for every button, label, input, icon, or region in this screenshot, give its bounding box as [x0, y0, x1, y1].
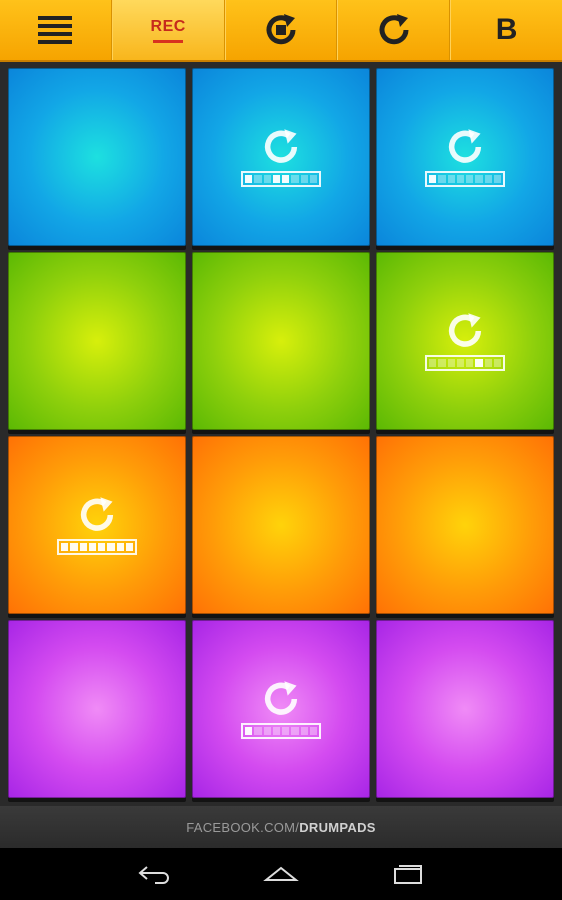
record-button[interactable]: REC — [111, 0, 225, 60]
pad-2[interactable] — [192, 68, 370, 246]
recents-button[interactable] — [378, 854, 438, 894]
drum-pads-app: REC B FACEBOOK.COM/DRUMPADS — [0, 0, 562, 900]
pad-grid — [0, 62, 562, 806]
menu-icon — [38, 16, 73, 44]
footer-prefix: FACEBOOK.COM/ — [186, 819, 300, 835]
loop-progress-segment — [245, 727, 253, 735]
pad-9[interactable] — [376, 436, 554, 614]
loop-progress-segment — [125, 543, 133, 551]
loop-progress-segment — [254, 175, 262, 183]
loop-progress-segment — [493, 175, 501, 183]
pad-8[interactable] — [192, 436, 370, 614]
loop-progress-segment — [447, 175, 455, 183]
loop-indicator — [241, 127, 321, 187]
loop-progress-segment — [98, 543, 106, 551]
loop-icon — [80, 497, 114, 531]
loop-icon — [448, 313, 482, 347]
loop-progress-segment — [61, 543, 69, 551]
bank-label: B — [495, 13, 518, 46]
loop-progress-segment — [484, 175, 492, 183]
loop-progress-segment — [272, 727, 280, 735]
loop-progress-segment — [300, 175, 308, 183]
loop-progress-segment — [291, 727, 299, 735]
loop-progress — [57, 539, 137, 555]
redo-button[interactable] — [337, 0, 451, 60]
loop-progress-segment — [466, 175, 474, 183]
pad-11[interactable] — [192, 620, 370, 798]
home-icon — [263, 866, 299, 881]
pad-10[interactable] — [8, 620, 186, 798]
loop-progress-segment — [107, 543, 115, 551]
loop-progress-segment — [79, 543, 87, 551]
loop-progress-segment — [70, 543, 78, 551]
loop-progress-segment — [263, 175, 271, 183]
loop-progress-segment — [272, 175, 280, 183]
record-label: REC — [150, 17, 186, 35]
loop-progress-segment — [116, 543, 124, 551]
loop-progress-segment — [466, 359, 474, 367]
loop-progress-segment — [429, 175, 437, 183]
loop-progress — [425, 171, 505, 187]
loop-progress-segment — [300, 727, 308, 735]
pad-6[interactable] — [376, 252, 554, 430]
loop-progress-segment — [429, 359, 437, 367]
loop-indicator — [425, 127, 505, 187]
loop-progress-segment — [309, 175, 317, 183]
loop-progress-segment — [438, 175, 446, 183]
loop-progress-segment — [291, 175, 299, 183]
recents-icon — [394, 865, 423, 884]
pad-5[interactable] — [192, 252, 370, 430]
loop-progress — [241, 723, 321, 739]
back-icon — [138, 866, 169, 884]
stop-loops-button[interactable] — [224, 0, 338, 60]
pad-7[interactable] — [8, 436, 186, 614]
loop-progress-segment — [245, 175, 253, 183]
loop-progress — [241, 171, 321, 187]
loop-progress-segment — [456, 175, 464, 183]
toolbar: REC B — [0, 0, 562, 62]
loop-progress-segment — [438, 359, 446, 367]
loop-progress-segment — [447, 359, 455, 367]
loop-indicator — [425, 311, 505, 371]
loop-progress — [425, 355, 505, 371]
home-button[interactable] — [251, 854, 311, 894]
loop-indicator — [241, 679, 321, 739]
pad-1[interactable] — [8, 68, 186, 246]
pad-3[interactable] — [376, 68, 554, 246]
footer[interactable]: FACEBOOK.COM/DRUMPADS — [0, 806, 562, 848]
loop-progress-segment — [456, 359, 464, 367]
menu-button[interactable] — [0, 0, 112, 60]
loop-progress-segment — [484, 359, 492, 367]
loop-stop-icon — [266, 14, 296, 45]
system-navbar — [0, 848, 562, 900]
loop-progress-segment — [475, 175, 483, 183]
loop-progress-segment — [493, 359, 501, 367]
bank-button[interactable]: B — [450, 0, 562, 60]
redo-icon — [379, 14, 409, 45]
loop-indicator — [57, 495, 137, 555]
loop-progress-segment — [309, 727, 317, 735]
record-indicator — [153, 39, 184, 43]
pad-12[interactable] — [376, 620, 554, 798]
footer-brand: DRUMPADS — [299, 819, 376, 835]
loop-progress-segment — [282, 175, 290, 183]
loop-progress-segment — [254, 727, 262, 735]
loop-progress-segment — [263, 727, 271, 735]
loop-icon — [264, 129, 298, 163]
pad-4[interactable] — [8, 252, 186, 430]
loop-icon — [448, 129, 482, 163]
loop-icon — [264, 681, 298, 715]
loop-progress-segment — [88, 543, 96, 551]
loop-progress-segment — [475, 359, 483, 367]
loop-progress-segment — [282, 727, 290, 735]
back-button[interactable] — [124, 854, 184, 894]
